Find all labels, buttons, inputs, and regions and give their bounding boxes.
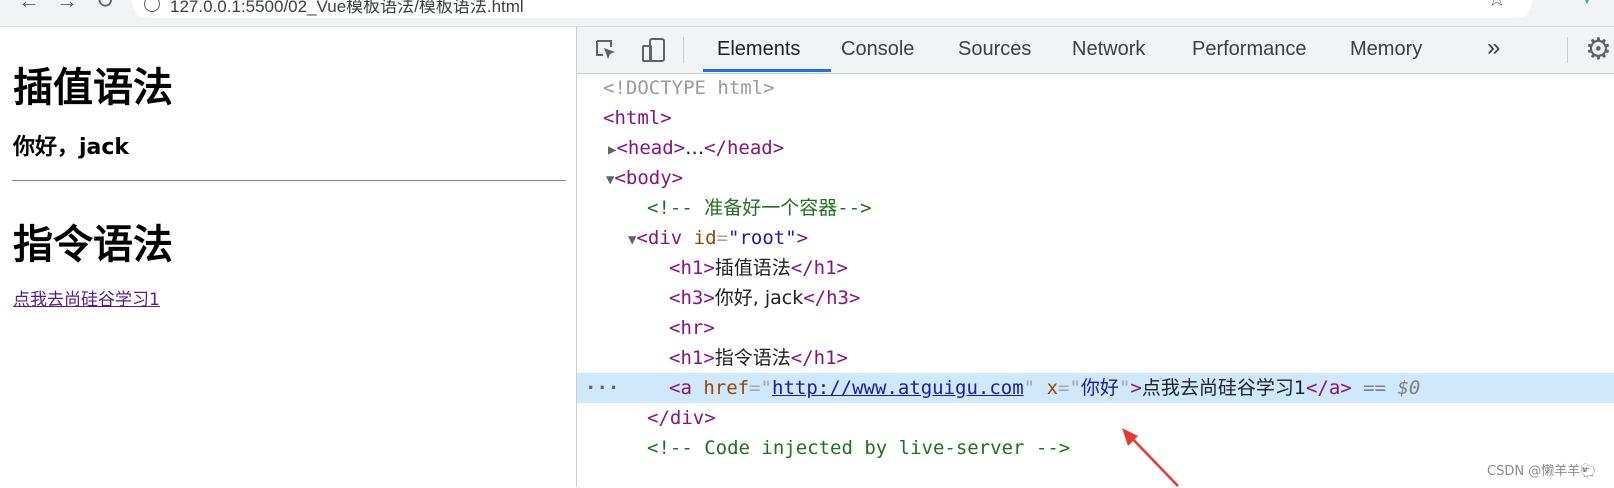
tab-memory[interactable]: Memory <box>1350 27 1422 72</box>
dom-node-html[interactable]: <html> <box>577 103 1614 133</box>
gear-icon[interactable]: ⚙ <box>1585 32 1612 67</box>
tab-network[interactable]: Network <box>1072 27 1145 72</box>
tab-console[interactable]: Console <box>841 27 914 72</box>
h1b-close-tag: </h1> <box>790 347 848 369</box>
devtools-toolbar: Elements Console Sources Network Perform… <box>577 27 1614 74</box>
atguigu-link[interactable]: 点我去尚硅谷学习1 <box>13 285 160 310</box>
attr-id-name: id <box>693 227 717 249</box>
attr-href-value[interactable]: http://www.atguigu.com <box>772 377 1024 399</box>
address-bar[interactable]: 127.0.0.1:5500/02_Vue模板语法/模板语法.html <box>132 0 1532 18</box>
dom-node-h1b[interactable]: <h1>指令语法</h1> <box>577 343 1614 373</box>
h3-open-tag: <h3> <box>669 287 715 309</box>
h1b-text: 指令语法 <box>714 347 791 369</box>
dom-node-h3[interactable]: <h3>你好, jack</h3> <box>577 283 1614 313</box>
head-collapsed-ellipsis[interactable]: … <box>685 137 704 159</box>
h1-text: 插值语法 <box>714 257 791 279</box>
dom-node-head[interactable]: ▶<head>…</head> <box>577 133 1614 163</box>
h3-close-tag: </h3> <box>803 287 861 309</box>
attr-href-name: href <box>703 377 750 399</box>
active-tab-indicator <box>703 69 831 72</box>
device-toolbar-icon[interactable] <box>641 37 667 63</box>
comment-live-server: <!-- Code injected by live-server --> <box>647 437 1071 459</box>
div-close-tag: </div> <box>647 407 716 429</box>
dom-node-hr[interactable]: <hr> <box>577 313 1614 343</box>
dom-node-doctype[interactable]: <!DOCTYPE html> <box>577 73 1614 103</box>
a-open-tag: <a <box>669 377 692 399</box>
h1-close-tag: </h1> <box>790 257 848 279</box>
vue-devtools-extension-icon[interactable] <box>1580 0 1594 4</box>
tab-sources[interactable]: Sources <box>958 27 1031 72</box>
head-close-tag: </head> <box>704 137 785 159</box>
page-viewport: 插值语法 你好，jack 指令语法 点我去尚硅谷学习1 <box>0 27 576 487</box>
site-info-icon[interactable] <box>144 0 160 12</box>
toolbar-separator <box>683 37 684 63</box>
elements-dom-tree: <!DOCTYPE html> <html> ▶<head>…</head> ▼… <box>577 73 1614 487</box>
html-tag: <html> <box>603 107 672 129</box>
toolbar-separator <box>1567 37 1568 63</box>
forward-arrow-icon[interactable]: → <box>54 0 80 14</box>
more-tabs-icon[interactable]: » <box>1487 27 1500 72</box>
body-open-tag: <body> <box>614 167 684 189</box>
red-annotation-arrow-icon <box>1122 428 1179 487</box>
horizontal-rule <box>12 180 566 181</box>
div-open-tag: <div <box>636 227 683 249</box>
back-arrow-icon[interactable]: ← <box>16 0 42 14</box>
dom-node-div-root[interactable]: ▼<div id="root"> <box>577 223 1614 253</box>
browser-toolbar: ← → ↻ 127.0.0.1:5500/02_Vue模板语法/模板语法.htm… <box>0 0 1614 27</box>
dom-node-body[interactable]: ▼<body> <box>577 163 1614 193</box>
h3-text: 你好, jack <box>714 287 804 309</box>
a-close-tag: </a> <box>1305 377 1352 399</box>
dom-node-div-close[interactable]: </div> <box>577 403 1614 433</box>
head-open-tag: <head> <box>616 137 686 159</box>
doctype-text: <!DOCTYPE html> <box>603 77 775 99</box>
dom-node-comment-live-server[interactable]: <!-- Code injected by live-server --> <box>577 433 1614 463</box>
attr-x-value: 你好 <box>1080 377 1119 399</box>
tab-performance[interactable]: Performance <box>1192 27 1307 72</box>
page-heading-directive: 指令语法 <box>13 222 173 268</box>
comment-container: <!-- 准备好一个容器--> <box>647 197 872 219</box>
a-text: 点我去尚硅谷学习1 <box>1141 377 1306 399</box>
devtools-panel: Elements Console Sources Network Perform… <box>576 27 1614 487</box>
tab-elements[interactable]: Elements <box>717 27 800 72</box>
page-greeting: 你好，jack <box>13 135 130 160</box>
watermark: CSDN @懒羊羊🐑 <box>1487 464 1597 479</box>
dom-node-h1[interactable]: <h1>插值语法</h1> <box>577 253 1614 283</box>
attr-id-value: "root" <box>728 227 797 249</box>
h1-open-tag: <h1> <box>669 257 715 279</box>
dom-node-comment[interactable]: <!-- 准备好一个容器--> <box>577 193 1614 223</box>
attr-x-name: x <box>1046 377 1059 399</box>
bookmark-star-icon[interactable]: ☆ <box>1487 0 1507 12</box>
selected-marker: == $0 <box>1363 377 1421 399</box>
dom-node-a-selected[interactable]: ··· <a href="http://www.atguigu.com" x="你… <box>577 373 1614 403</box>
hr-tag: <hr> <box>669 317 715 339</box>
page-heading-interpolation: 插值语法 <box>13 65 173 111</box>
url-text[interactable]: 127.0.0.1:5500/02_Vue模板语法/模板语法.html <box>170 0 524 17</box>
reload-icon[interactable]: ↻ <box>92 0 118 14</box>
h1b-open-tag: <h1> <box>669 347 715 369</box>
more-options-dots-icon[interactable]: ··· <box>585 373 619 403</box>
inspect-element-icon[interactable] <box>595 39 617 61</box>
